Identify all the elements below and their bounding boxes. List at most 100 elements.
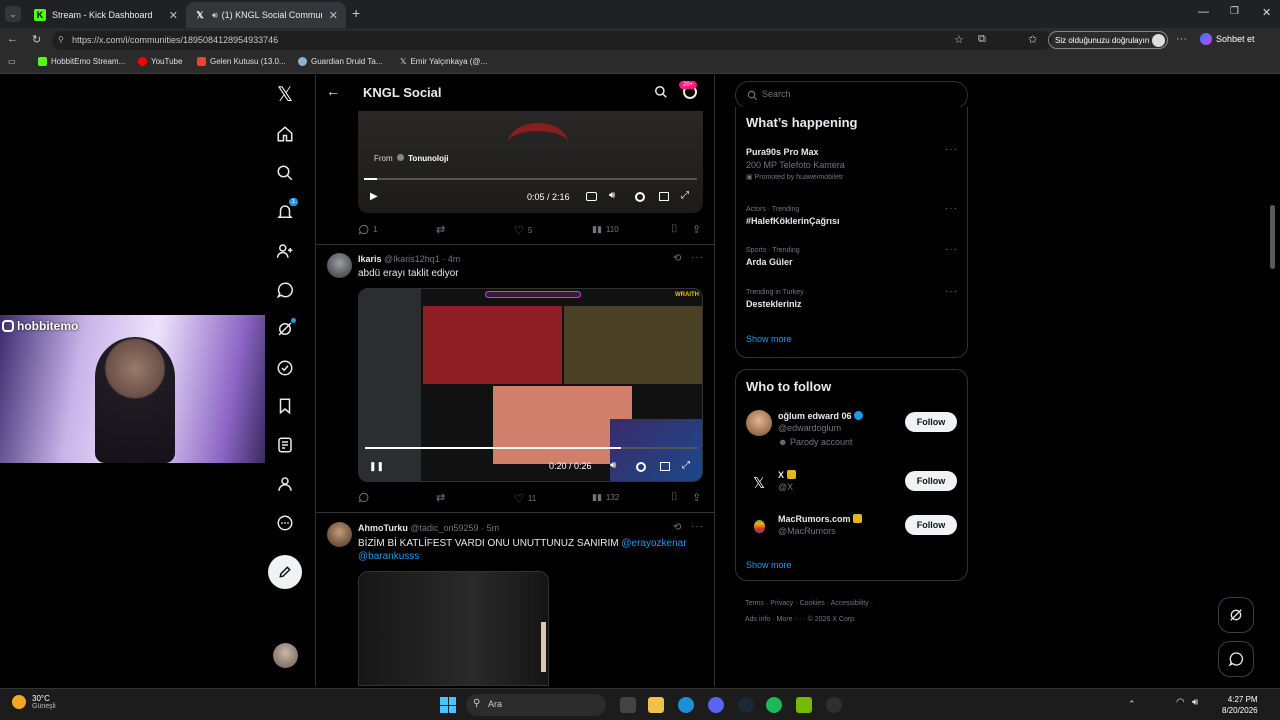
verify-identity-button[interactable]: Siz olduğunuzu doğrulayın xyxy=(1048,31,1168,49)
taskbar-search[interactable]: ⚲ Ara xyxy=(466,694,606,716)
wifi-icon[interactable]: ◠ xyxy=(1176,697,1185,708)
footer-link[interactable]: Terms xyxy=(745,600,764,607)
x-logo-icon[interactable]: 𝕏 xyxy=(746,471,772,497)
messages-icon[interactable] xyxy=(274,279,296,301)
bookmark-action[interactable]: ⌷ xyxy=(671,491,678,504)
grok-explain-icon[interactable]: ⟲ xyxy=(673,522,681,533)
minimize-icon[interactable]: — xyxy=(1198,6,1209,18)
tab-kick-dashboard[interactable]: K Stream - Kick Dashboard ✕ xyxy=(26,2,186,28)
copilot-button[interactable]: Sohbet et xyxy=(1200,33,1255,45)
more-icon[interactable] xyxy=(274,512,296,534)
search-icon[interactable] xyxy=(654,85,668,99)
like-action[interactable]: ♡ 5 xyxy=(514,224,532,237)
close-window-icon[interactable]: ✕ xyxy=(1262,6,1271,19)
tab-kngl-social[interactable]: 𝕏 🔊︎ (1) KNGL Social Community / ✕ xyxy=(186,2,346,28)
follow-icon[interactable] xyxy=(274,240,296,262)
footer-link[interactable]: Privacy xyxy=(770,600,793,607)
account-avatar[interactable] xyxy=(273,643,298,668)
back-arrow-icon[interactable]: ← xyxy=(326,83,340,99)
show-more-link[interactable]: Show more xyxy=(746,560,792,570)
footer-link[interactable]: Cookies xyxy=(799,600,824,607)
bookmark-gmail[interactable]: Gelen Kutusu (13.0... xyxy=(197,57,286,66)
captions-icon[interactable] xyxy=(586,192,597,201)
user-avatar[interactable] xyxy=(746,514,772,540)
trend-more-icon[interactable]: ··· xyxy=(945,144,958,155)
trend-item[interactable]: Trending in Turkey Destekleriniz ··· xyxy=(746,286,958,319)
volume-icon[interactable]: 🔊︎ xyxy=(610,460,616,471)
post-more-icon[interactable]: ··· xyxy=(691,521,704,532)
author-name[interactable]: Ikaris xyxy=(358,254,382,264)
bookmark-emir[interactable]: 𝕏 Emir Yalçınkaya (@... xyxy=(400,57,487,66)
reply-action[interactable]: 1 xyxy=(358,224,377,235)
suggested-user[interactable]: MacRumors.com @MacRumors xyxy=(778,514,863,536)
video-player[interactable]: WRAITH ❚❚ 0:20 / 0:26 🔊︎ ⤢ xyxy=(358,288,703,482)
post-media[interactable] xyxy=(358,571,549,686)
settings-icon[interactable] xyxy=(635,192,645,202)
nvidia-icon[interactable] xyxy=(796,697,812,713)
post-author-avatar[interactable] xyxy=(327,253,352,278)
profile-icon[interactable] xyxy=(274,473,296,495)
post-author-avatar[interactable] xyxy=(327,522,352,547)
views-action[interactable]: ▮▮ 132 xyxy=(592,492,619,503)
mention-link[interactable]: @barankusss xyxy=(358,551,419,562)
follow-button[interactable]: Follow xyxy=(905,515,957,535)
weather-widget[interactable]: 30°C Güneşli xyxy=(12,694,56,710)
author-name[interactable]: AhmoTurku xyxy=(358,523,408,533)
bookmark-youtube[interactable]: YouTube xyxy=(138,57,182,66)
author-handle[interactable]: @tadic_on59259 xyxy=(410,523,478,533)
volume-icon[interactable]: 🔊︎ xyxy=(609,190,615,201)
grok-explain-icon[interactable]: ⟲ xyxy=(673,253,681,264)
trend-item[interactable]: Pura90s Pro Max 200 MP Telefoto Kamera ▣… xyxy=(746,144,958,189)
explore-icon[interactable] xyxy=(274,162,296,184)
post-more-icon[interactable]: ··· xyxy=(691,252,704,263)
tray-chevron-icon[interactable]: ⌃ xyxy=(1128,699,1136,710)
trend-item[interactable]: Actors · Trending #HalefKöklerinÇağrısı … xyxy=(746,203,958,236)
reply-action[interactable] xyxy=(358,492,369,503)
video-progress-track[interactable] xyxy=(365,447,698,449)
post-time[interactable]: · 5m xyxy=(481,523,499,533)
grok-icon[interactable] xyxy=(274,318,296,340)
trend-more-icon[interactable]: ··· xyxy=(945,244,958,255)
post-time[interactable]: · 4m xyxy=(442,254,460,264)
spotify-icon[interactable] xyxy=(766,697,782,713)
bookmarks-menu-icon[interactable]: ▭ xyxy=(8,57,16,66)
x-logo-icon[interactable]: 𝕏 xyxy=(274,83,296,106)
notifications-icon[interactable]: 1 xyxy=(274,198,298,223)
refresh-icon[interactable]: ↻ xyxy=(32,33,41,46)
video-progress-track[interactable] xyxy=(364,178,697,180)
messages-floating-button[interactable] xyxy=(1218,641,1254,677)
clock[interactable]: 4:27 PM 8/20/2026 xyxy=(1222,694,1258,716)
like-action[interactable]: ♡ 11 xyxy=(514,492,536,505)
file-explorer-icon[interactable] xyxy=(648,697,664,713)
bookmarks-icon[interactable] xyxy=(274,395,296,417)
mention-link[interactable]: @erayozkenar xyxy=(621,538,686,549)
trend-more-icon[interactable]: ··· xyxy=(945,203,958,214)
repost-action[interactable]: ⇄ xyxy=(436,223,445,236)
home-icon[interactable] xyxy=(274,123,296,145)
page-scrollbar[interactable] xyxy=(1270,205,1275,269)
discord-icon[interactable] xyxy=(708,697,724,713)
site-info-icon[interactable]: ⚲ xyxy=(58,35,64,44)
obs-icon[interactable] xyxy=(826,697,842,713)
pause-icon[interactable]: ❚❚ xyxy=(369,461,384,472)
edge-icon[interactable] xyxy=(678,697,694,713)
picture-in-picture-icon[interactable] xyxy=(660,462,670,471)
search-box[interactable] xyxy=(735,81,968,109)
tab-list-button[interactable]: ⌄ xyxy=(5,6,21,22)
communities-icon[interactable] xyxy=(274,357,296,379)
views-action[interactable]: ▮▮ 110 xyxy=(592,224,619,235)
compose-post-button[interactable] xyxy=(268,555,302,589)
video-player[interactable]: From Tonunoloji ▶ 0:05 / 2:16 🔊︎ ⤢ xyxy=(358,111,703,213)
more-options-icon[interactable]: ··· xyxy=(1176,33,1187,45)
grok-floating-button[interactable] xyxy=(1218,597,1254,633)
trend-more-icon[interactable]: ··· xyxy=(945,286,958,297)
follow-button[interactable]: Follow xyxy=(905,471,957,491)
suggested-user[interactable]: oğlum edward 06 @edwardoglum ☻ Parody ac… xyxy=(778,411,864,447)
share-action[interactable]: ⇪ xyxy=(692,491,701,504)
picture-in-picture-icon[interactable] xyxy=(659,192,669,201)
settings-icon[interactable] xyxy=(636,462,646,472)
speaker-icon[interactable]: 🔊︎ xyxy=(212,10,218,21)
extensions-icon[interactable]: ⧉ xyxy=(978,33,986,46)
back-icon[interactable]: ← xyxy=(7,33,18,45)
steam-icon[interactable] xyxy=(738,697,754,713)
